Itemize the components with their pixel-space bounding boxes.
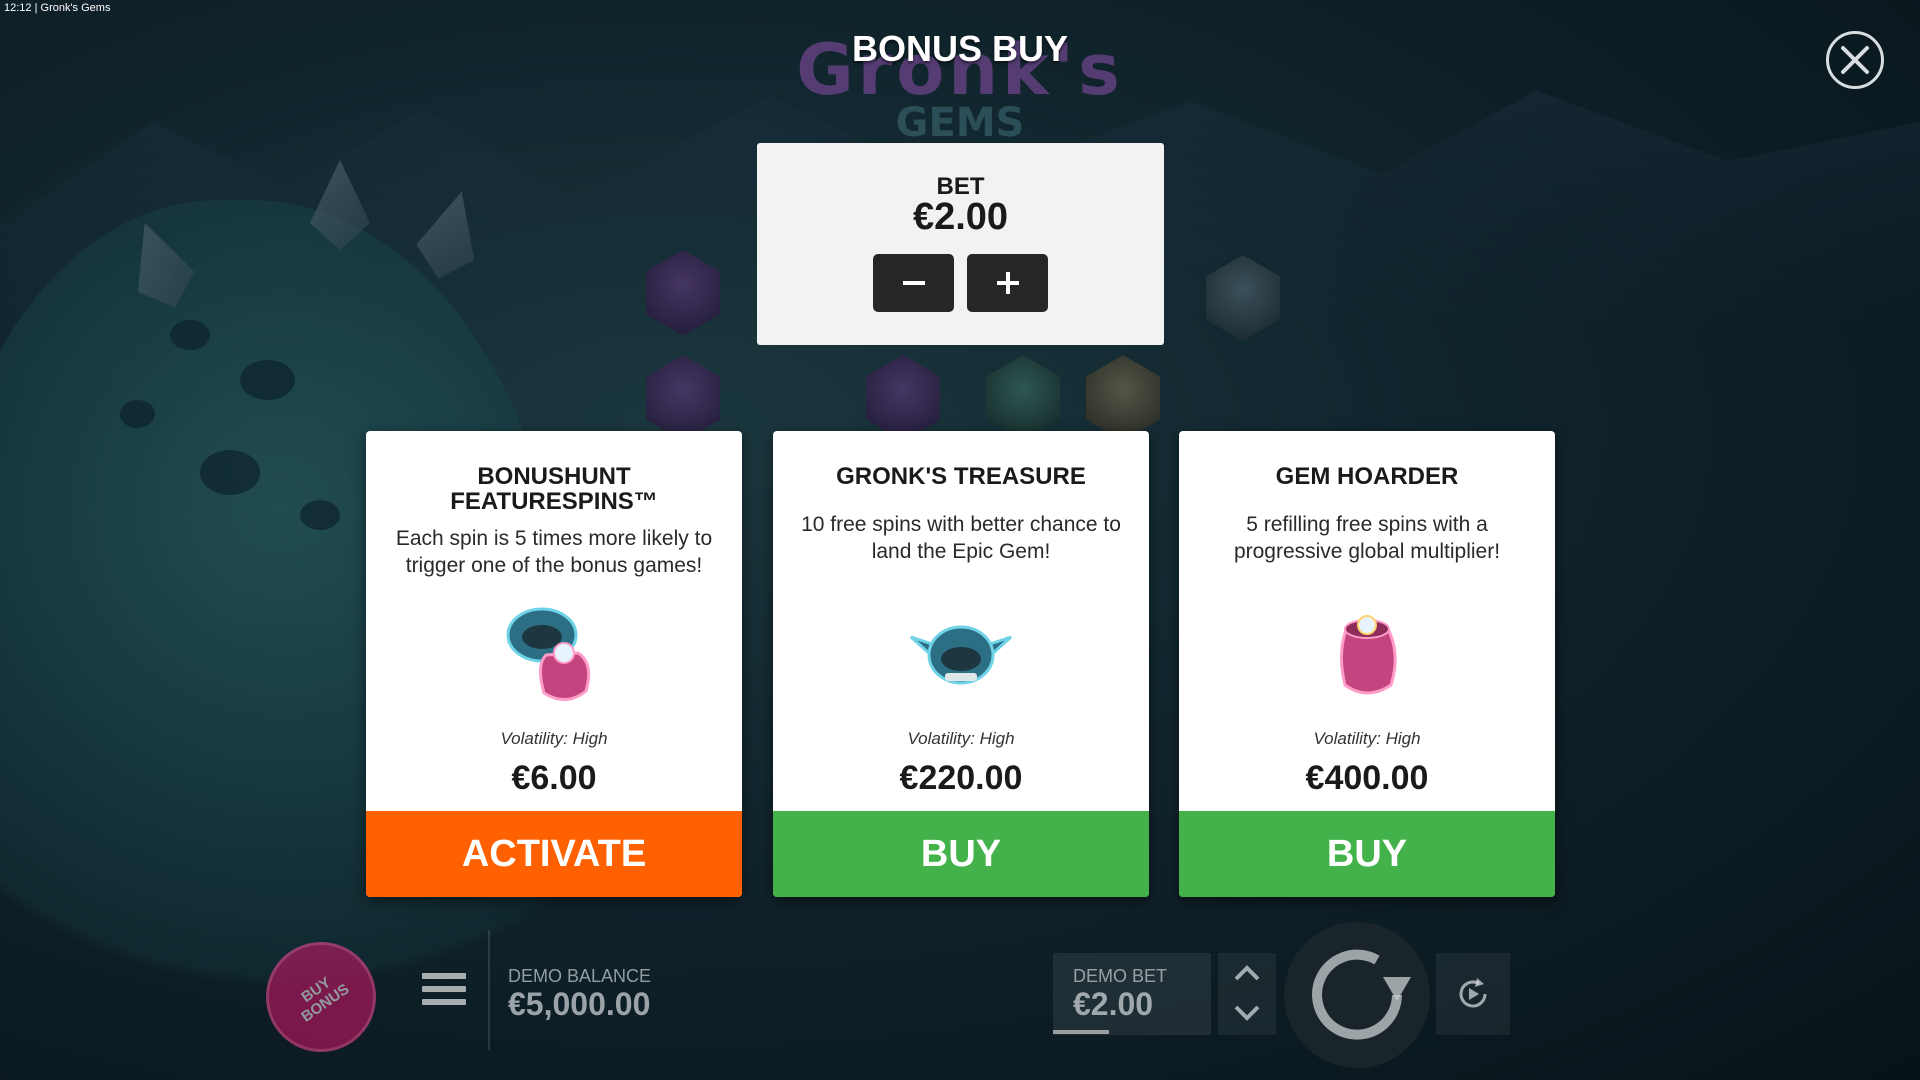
bonus-card-gem-hoarder: GEM HOARDER 5 refilling free spins with … (1179, 431, 1555, 897)
troll-head-icon (909, 625, 1013, 685)
status-app-title: | Gronk's Gems (34, 2, 111, 14)
card-title: GRONK'S TREASURE (836, 463, 1086, 490)
bet-adjust-arrows[interactable] (1218, 953, 1276, 1035)
buy-button-gronks-treasure[interactable]: BUY (773, 811, 1149, 897)
bonus-card-gronks-treasure: GRONK'S TREASURE 10 free spins with bett… (773, 431, 1149, 897)
card-title: GEM HOARDER (1275, 463, 1459, 490)
minus-icon (902, 281, 925, 285)
spin-icon (1312, 949, 1411, 1040)
decrease-bet-button[interactable] (873, 254, 954, 312)
card-volatility: Volatility: High (1313, 729, 1421, 748)
card-price: €220.00 (899, 759, 1023, 797)
close-icon (1841, 46, 1869, 74)
buy-bonus-button[interactable]: BUY BONUS (266, 942, 376, 1052)
card-title-line1: BONUSHUNT (477, 463, 631, 490)
autoplay-icon (1459, 978, 1487, 1008)
gem-bag-icon (1340, 615, 1397, 695)
demo-balance-value: €5,000.00 (508, 986, 651, 1022)
card-title: BONUSHUNT FEATURESPINS™ (366, 464, 742, 514)
card-volatility: Volatility: High (907, 729, 1015, 748)
card-volatility: Volatility: High (500, 729, 608, 748)
buy-button-gem-hoarder[interactable]: BUY (1179, 811, 1555, 897)
menu-icon[interactable] (422, 973, 466, 1009)
bonus-buy-title: BONUS BUY (851, 28, 1069, 69)
chevron-down-icon[interactable] (1233, 1003, 1261, 1023)
divider (488, 930, 490, 1050)
card-description: 10 free spins with better chance to land… (801, 513, 1121, 563)
card-description: 5 refilling free spins with a progressiv… (1233, 513, 1501, 563)
demo-balance-label: DEMO BALANCE (508, 966, 652, 986)
card-title-line2: FEATURESPINS™ (450, 488, 658, 515)
close-button[interactable] (1826, 31, 1884, 89)
troll-and-gem-bag-icon (506, 607, 591, 701)
chevron-up-icon[interactable] (1233, 963, 1261, 983)
activate-button[interactable]: ACTIVATE (366, 811, 742, 897)
status-bar: 12:12 | Gronk's Gems (4, 2, 110, 14)
card-price: €6.00 (511, 759, 597, 797)
bet-panel: BET €2.00 (757, 143, 1164, 345)
bonus-card-bonushunt: BONUSHUNT FEATURESPINS™ Each spin is 5 t… (366, 431, 742, 897)
plus-icon (996, 272, 1019, 294)
demo-bet-value: €2.00 (1073, 986, 1154, 1022)
bet-level-indicator (1053, 1030, 1109, 1034)
game-logo-sub: GEMS (895, 100, 1025, 146)
increase-bet-button[interactable] (967, 254, 1048, 312)
bet-value: €2.00 (912, 196, 1009, 238)
demo-bet-label: DEMO BET (1073, 966, 1168, 986)
card-description: Each spin is 5 times more likely to trig… (395, 527, 713, 577)
buy-bonus-label: BUY BONUS (283, 964, 359, 1030)
spin-button[interactable] (1284, 922, 1430, 1068)
card-price: €400.00 (1305, 759, 1429, 797)
autoplay-button[interactable] (1436, 953, 1510, 1035)
status-time: 12:12 (4, 2, 32, 14)
